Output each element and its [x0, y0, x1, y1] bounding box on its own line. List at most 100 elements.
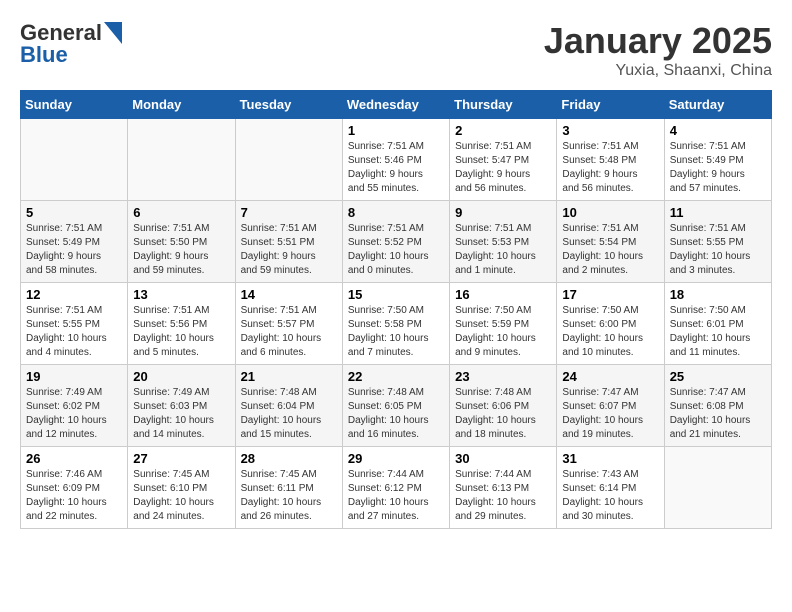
day-number: 28 [241, 451, 337, 466]
weekday-header-saturday: Saturday [664, 91, 771, 119]
day-number: 1 [348, 123, 444, 138]
day-number: 22 [348, 369, 444, 384]
day-number: 27 [133, 451, 229, 466]
logo-triangle-icon [104, 22, 122, 44]
weekday-header-row: SundayMondayTuesdayWednesdayThursdayFrid… [21, 91, 772, 119]
calendar-day-cell: 5Sunrise: 7:51 AMSunset: 5:49 PMDaylight… [21, 201, 128, 283]
calendar-day-cell: 17 Sunrise: 7:50 AMSunset: 6:00 PMDayligh… [557, 283, 664, 365]
calendar-day-cell: 16 Sunrise: 7:50 AMSunset: 5:59 PMDayligh… [450, 283, 557, 365]
calendar-week-row: 26 Sunrise: 7:46 AMSunset: 6:09 PMDayligh… [21, 447, 772, 529]
calendar-day-cell: 21 Sunrise: 7:48 AMSunset: 6:04 PMDayligh… [235, 365, 342, 447]
calendar-day-cell: 26 Sunrise: 7:46 AMSunset: 6:09 PMDayligh… [21, 447, 128, 529]
calendar-day-cell: 11Sunrise: 7:51 AMSunset: 5:55 PMDayligh… [664, 201, 771, 283]
calendar-day-cell: 30Sunrise: 7:44 AMSunset: 6:13 PMDayligh… [450, 447, 557, 529]
day-number: 23 [455, 369, 551, 384]
day-number: 6 [133, 205, 229, 220]
location: Yuxia, Shaanxi, China [544, 62, 772, 80]
day-number: 26 [26, 451, 122, 466]
day-info: Sunrise: 7:51 AMSunset: 5:48 PMDaylight:… [562, 140, 658, 196]
logo: General Blue [20, 20, 122, 68]
calendar-day-cell: 7Sunrise: 7:51 AMSunset: 5:51 PMDaylight… [235, 201, 342, 283]
calendar-day-cell: 4 Sunrise: 7:51 AMSunset: 5:49 PMDaylight… [664, 119, 771, 201]
calendar-day-cell: 23 Sunrise: 7:48 AMSunset: 6:06 PMDayligh… [450, 365, 557, 447]
calendar-table: SundayMondayTuesdayWednesdayThursdayFrid… [20, 90, 772, 529]
calendar-day-cell: 20Sunrise: 7:49 AMSunset: 6:03 PMDayligh… [128, 365, 235, 447]
weekday-header-friday: Friday [557, 91, 664, 119]
calendar-day-cell [21, 119, 128, 201]
page-header: General Blue January 2025 Yuxia, Shaanxi… [20, 20, 772, 80]
day-info: Sunrise: 7:51 AMSunset: 5:52 PMDaylight:… [348, 222, 444, 278]
day-info: Sunrise: 7:51 AMSunset: 5:51 PMDaylight:… [241, 222, 337, 278]
day-info: Sunrise: 7:51 AMSunset: 5:46 PMDaylight:… [348, 140, 444, 196]
day-number: 8 [348, 205, 444, 220]
calendar-week-row: 5Sunrise: 7:51 AMSunset: 5:49 PMDaylight… [21, 201, 772, 283]
day-number: 3 [562, 123, 658, 138]
day-number: 30 [455, 451, 551, 466]
calendar-day-cell: 22 Sunrise: 7:48 AMSunset: 6:05 PMDayligh… [342, 365, 449, 447]
day-number: 21 [241, 369, 337, 384]
calendar-week-row: 12Sunrise: 7:51 AMSunset: 5:55 PMDayligh… [21, 283, 772, 365]
day-info: Sunrise: 7:45 AMSunset: 6:11 PMDaylight:… [241, 468, 337, 524]
title-area: January 2025 Yuxia, Shaanxi, China [544, 20, 772, 80]
day-info: Sunrise: 7:44 AMSunset: 6:12 PMDaylight:… [348, 468, 444, 524]
weekday-header-tuesday: Tuesday [235, 91, 342, 119]
day-number: 25 [670, 369, 766, 384]
day-info: Sunrise: 7:47 AMSunset: 6:07 PMDaylight:… [562, 386, 658, 442]
day-info: Sunrise: 7:51 AMSunset: 5:47 PMDaylight:… [455, 140, 551, 196]
calendar-day-cell: 25 Sunrise: 7:47 AMSunset: 6:08 PMDayligh… [664, 365, 771, 447]
day-info: Sunrise: 7:51 AMSunset: 5:56 PMDaylight:… [133, 304, 229, 360]
calendar-day-cell: 1 Sunrise: 7:51 AMSunset: 5:46 PMDaylight… [342, 119, 449, 201]
day-info: Sunrise: 7:50 AMSunset: 5:58 PMDaylight:… [348, 304, 444, 360]
weekday-header-monday: Monday [128, 91, 235, 119]
calendar-day-cell: 18 Sunrise: 7:50 AMSunset: 6:01 PMDayligh… [664, 283, 771, 365]
day-number: 14 [241, 287, 337, 302]
day-info: Sunrise: 7:51 AMSunset: 5:55 PMDaylight:… [26, 304, 122, 360]
calendar-day-cell: 19 Sunrise: 7:49 AMSunset: 6:02 PMDayligh… [21, 365, 128, 447]
calendar-day-cell [664, 447, 771, 529]
day-number: 19 [26, 369, 122, 384]
day-info: Sunrise: 7:51 AMSunset: 5:54 PMDaylight:… [562, 222, 658, 278]
calendar-day-cell [128, 119, 235, 201]
day-number: 29 [348, 451, 444, 466]
day-number: 15 [348, 287, 444, 302]
calendar-week-row: 1 Sunrise: 7:51 AMSunset: 5:46 PMDaylight… [21, 119, 772, 201]
day-number: 10 [562, 205, 658, 220]
calendar-day-cell: 8 Sunrise: 7:51 AMSunset: 5:52 PMDaylight… [342, 201, 449, 283]
day-info: Sunrise: 7:47 AMSunset: 6:08 PMDaylight:… [670, 386, 766, 442]
weekday-header-thursday: Thursday [450, 91, 557, 119]
weekday-header-wednesday: Wednesday [342, 91, 449, 119]
day-number: 17 [562, 287, 658, 302]
day-number: 20 [133, 369, 229, 384]
day-number: 18 [670, 287, 766, 302]
day-info: Sunrise: 7:51 AMSunset: 5:57 PMDaylight:… [241, 304, 337, 360]
day-info: Sunrise: 7:51 AMSunset: 5:49 PMDaylight:… [670, 140, 766, 196]
month-title: January 2025 [544, 20, 772, 62]
day-info: Sunrise: 7:51 AMSunset: 5:55 PMDaylight:… [670, 222, 766, 278]
day-info: Sunrise: 7:50 AMSunset: 5:59 PMDaylight:… [455, 304, 551, 360]
calendar-week-row: 19 Sunrise: 7:49 AMSunset: 6:02 PMDayligh… [21, 365, 772, 447]
day-info: Sunrise: 7:48 AMSunset: 6:06 PMDaylight:… [455, 386, 551, 442]
calendar-day-cell: 31Sunrise: 7:43 AMSunset: 6:14 PMDayligh… [557, 447, 664, 529]
day-info: Sunrise: 7:51 AMSunset: 5:49 PMDaylight:… [26, 222, 122, 278]
day-number: 13 [133, 287, 229, 302]
calendar-day-cell: 12Sunrise: 7:51 AMSunset: 5:55 PMDayligh… [21, 283, 128, 365]
day-info: Sunrise: 7:51 AMSunset: 5:50 PMDaylight:… [133, 222, 229, 278]
day-number: 2 [455, 123, 551, 138]
day-info: Sunrise: 7:48 AMSunset: 6:05 PMDaylight:… [348, 386, 444, 442]
calendar-day-cell: 28 Sunrise: 7:45 AMSunset: 6:11 PMDayligh… [235, 447, 342, 529]
day-info: Sunrise: 7:49 AMSunset: 6:02 PMDaylight:… [26, 386, 122, 442]
day-info: Sunrise: 7:46 AMSunset: 6:09 PMDaylight:… [26, 468, 122, 524]
calendar-day-cell: 15 Sunrise: 7:50 AMSunset: 5:58 PMDayligh… [342, 283, 449, 365]
day-info: Sunrise: 7:50 AMSunset: 6:01 PMDaylight:… [670, 304, 766, 360]
day-number: 9 [455, 205, 551, 220]
day-info: Sunrise: 7:45 AMSunset: 6:10 PMDaylight:… [133, 468, 229, 524]
day-number: 4 [670, 123, 766, 138]
calendar-day-cell: 9 Sunrise: 7:51 AMSunset: 5:53 PMDaylight… [450, 201, 557, 283]
day-number: 24 [562, 369, 658, 384]
calendar-day-cell: 14 Sunrise: 7:51 AMSunset: 5:57 PMDayligh… [235, 283, 342, 365]
day-info: Sunrise: 7:50 AMSunset: 6:00 PMDaylight:… [562, 304, 658, 360]
day-info: Sunrise: 7:51 AMSunset: 5:53 PMDaylight:… [455, 222, 551, 278]
calendar-day-cell [235, 119, 342, 201]
day-info: Sunrise: 7:48 AMSunset: 6:04 PMDaylight:… [241, 386, 337, 442]
day-number: 16 [455, 287, 551, 302]
